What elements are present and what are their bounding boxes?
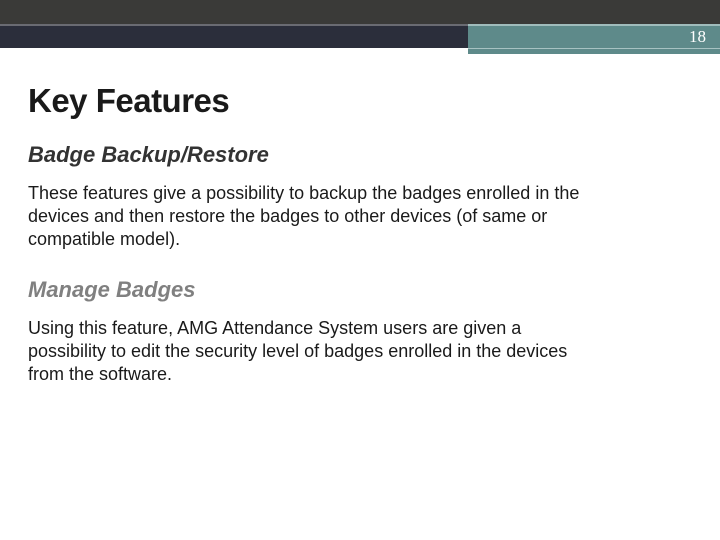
page-title: Key Features [28, 82, 692, 120]
section-body-backup: These features give a possibility to bac… [28, 182, 598, 251]
accent-left [0, 48, 468, 54]
header-right-block: 18 [468, 24, 720, 48]
accent-row [0, 48, 720, 54]
section-heading-backup: Badge Backup/Restore [28, 142, 692, 168]
header-row: 18 [0, 24, 720, 48]
section-body-manage: Using this feature, AMG Attendance Syste… [28, 317, 598, 386]
section-heading-manage: Manage Badges [28, 277, 692, 303]
page-number: 18 [689, 27, 706, 47]
header-left-block [0, 24, 468, 48]
slide-content: Key Features Badge Backup/Restore These … [0, 54, 720, 386]
accent-right [468, 48, 720, 54]
top-strip [0, 0, 720, 24]
